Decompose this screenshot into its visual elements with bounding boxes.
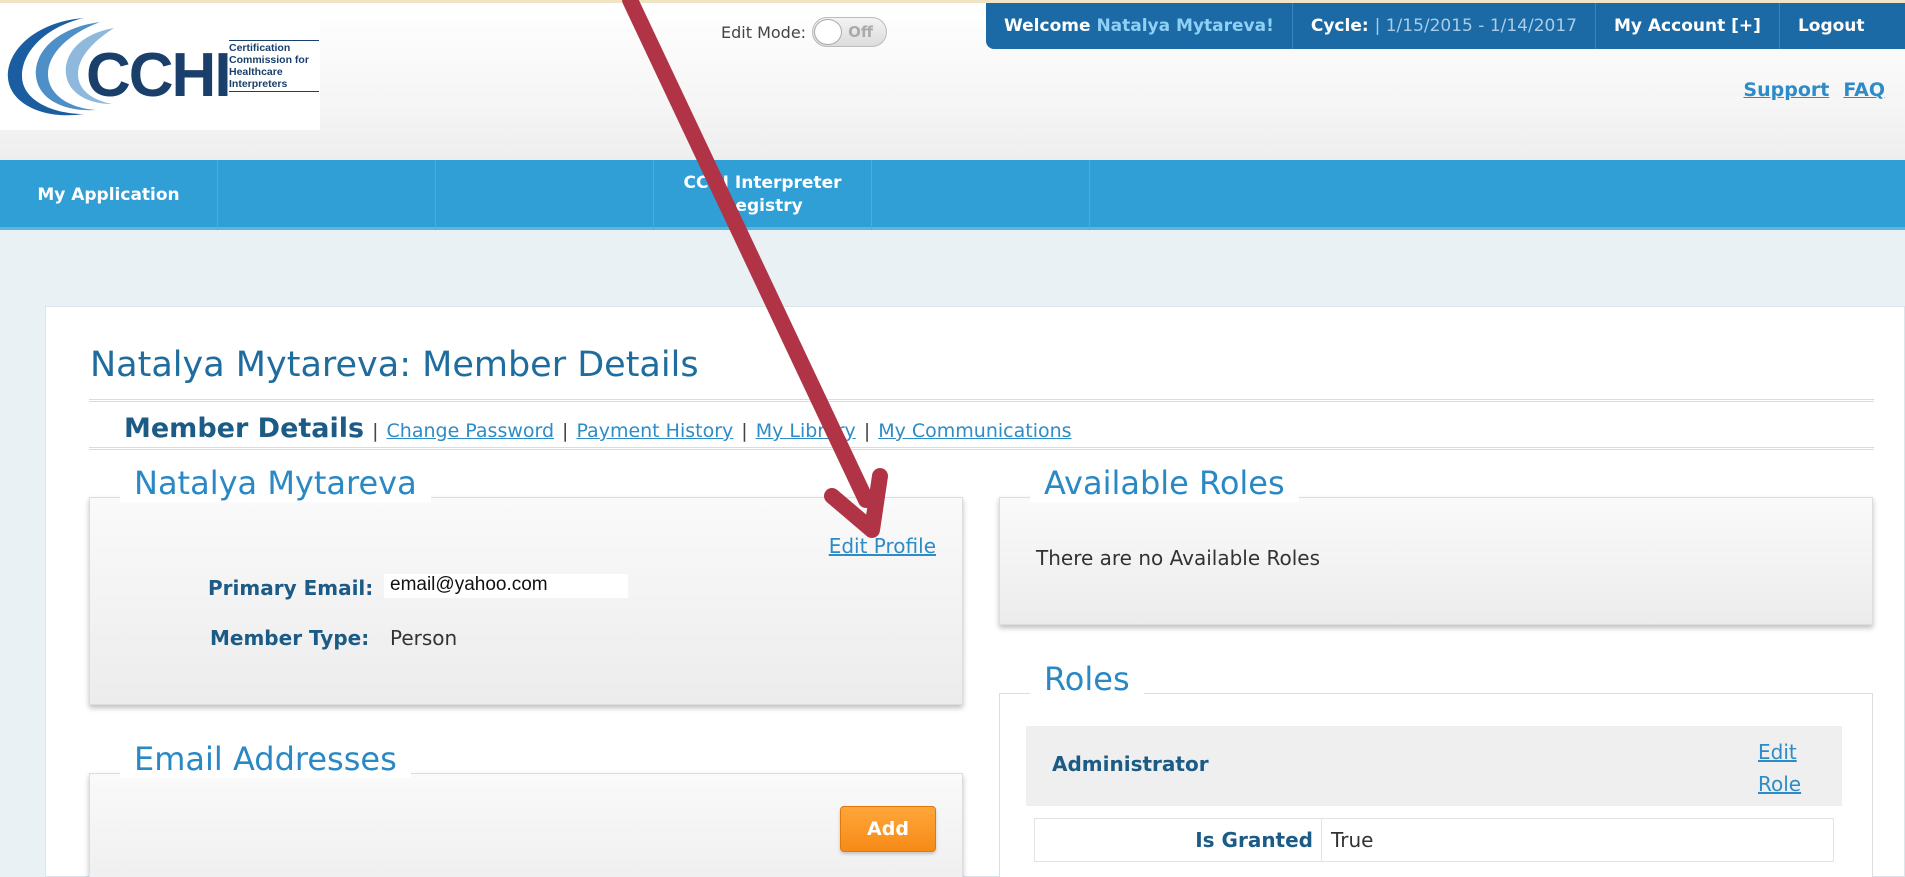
nav-item-interpreter-registry[interactable]: CCHI Interpreter Registry [654, 160, 872, 230]
faq-link[interactable]: FAQ [1843, 79, 1885, 101]
is-granted-row: Is Granted True [1034, 818, 1834, 862]
welcome-message: Welcome Natalya Mytareva! [986, 3, 1293, 49]
roles-panel-title: Roles [1030, 660, 1144, 698]
primary-email-value: email@yahoo.com [384, 574, 628, 598]
divider-top [89, 399, 1874, 402]
roles-panel: Roles Administrator Edit Role Is Granted… [999, 660, 1873, 877]
subnav-current-member-details: Member Details [124, 413, 365, 444]
profile-panel-title: Natalya Mytareva [120, 464, 431, 502]
subnav-my-communications[interactable]: My Communications [878, 420, 1071, 442]
primary-email-label: Primary Email: [208, 576, 374, 600]
role-row-administrator: Administrator Edit Role [1026, 726, 1842, 806]
member-subnav: Member Details | Change Password | Payme… [124, 413, 1072, 444]
toggle-knob-icon [814, 19, 843, 45]
is-granted-label: Is Granted [1035, 819, 1322, 861]
role-name: Administrator [1052, 752, 1209, 776]
page-title: Natalya Mytareva: Member Details [90, 345, 699, 385]
subnav-my-library[interactable]: My Library [756, 420, 856, 442]
cchi-logo[interactable]: CCHI Certification Commission for Health… [0, 6, 320, 130]
page-header: CCHI Certification Commission for Health… [0, 0, 1905, 160]
nav-item-empty-1[interactable] [218, 160, 436, 230]
cchi-logo-icon: CCHI [7, 18, 229, 116]
edit-role-link[interactable]: Edit Role [1758, 736, 1801, 800]
toggle-state: Off [848, 23, 873, 41]
account-bar: Welcome Natalya Mytareva! Cycle: | 1/15/… [986, 3, 1905, 49]
subnav-change-password[interactable]: Change Password [387, 420, 555, 442]
edit-mode-toggle[interactable]: Off [812, 17, 888, 47]
edit-mode-control: Edit Mode: Off [721, 17, 888, 47]
subnav-payment-history[interactable]: Payment History [576, 420, 733, 442]
nav-item-empty-2[interactable] [436, 160, 654, 230]
member-type-value: Person [390, 626, 458, 650]
available-roles-panel: Available Roles There are no Available R… [999, 464, 1873, 625]
support-link[interactable]: Support [1743, 79, 1829, 101]
cycle-info: Cycle: | 1/15/2015 - 1/14/2017 [1293, 3, 1596, 49]
no-roles-message: There are no Available Roles [1036, 546, 1321, 570]
user-name: Natalya Mytareva! [1096, 16, 1274, 36]
email-panel-title: Email Addresses [120, 740, 411, 778]
content-card: Natalya Mytareva: Member Details Member … [45, 306, 1905, 877]
edit-mode-label: Edit Mode: [721, 22, 807, 42]
email-addresses-panel: Email Addresses Add [89, 740, 963, 877]
cycle-value: | 1/15/2015 - 1/14/2017 [1374, 16, 1577, 36]
divider-bottom [89, 447, 1874, 450]
profile-panel: Natalya Mytareva Edit Profile Primary Em… [89, 464, 963, 705]
member-type-label: Member Type: [210, 626, 370, 650]
support-links: Support FAQ [1743, 79, 1885, 101]
edit-profile-link[interactable]: Edit Profile [829, 534, 936, 558]
is-granted-value: True [1331, 828, 1374, 852]
add-email-button[interactable]: Add [840, 806, 936, 852]
nav-item-my-application[interactable]: My Application [0, 160, 218, 230]
available-roles-title: Available Roles [1030, 464, 1299, 502]
main-nav: My Application CCHI Interpreter Registry [0, 160, 1905, 230]
my-account-link[interactable]: My Account [+] [1596, 3, 1780, 49]
logo-caption: Certification Commission for Healthcare … [229, 40, 319, 92]
svg-text:CCHI: CCHI [86, 41, 229, 110]
logout-link[interactable]: Logout [1780, 3, 1883, 49]
nav-item-empty-3[interactable] [872, 160, 1090, 230]
